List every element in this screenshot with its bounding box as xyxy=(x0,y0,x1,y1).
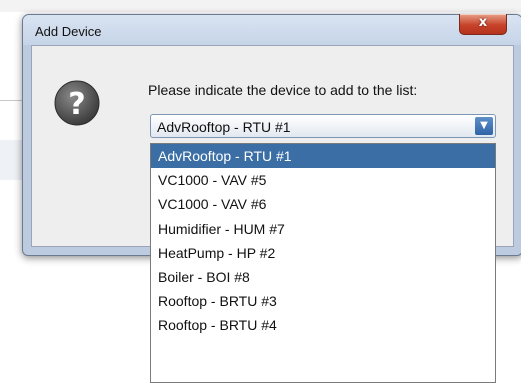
question-icon: ? xyxy=(54,80,100,126)
device-option[interactable]: Rooftop - BRTU #4 xyxy=(151,313,495,337)
device-select-value: AdvRooftop - RTU #1 xyxy=(157,119,291,135)
background-app-strip xyxy=(0,0,521,12)
dialog-title: Add Device xyxy=(35,24,102,39)
prompt-text: Please indicate the device to add to the… xyxy=(148,82,418,98)
device-option[interactable]: Boiler - BOI #8 xyxy=(151,265,495,289)
chevron-down-icon[interactable]: ▼ xyxy=(475,117,493,135)
svg-text:?: ? xyxy=(68,87,85,122)
device-option[interactable]: VC1000 - VAV #6 xyxy=(151,192,495,216)
device-option[interactable]: Rooftop - BRTU #3 xyxy=(151,289,495,313)
device-option[interactable]: VC1000 - VAV #5 xyxy=(151,168,495,192)
close-button[interactable]: x xyxy=(459,14,507,35)
device-select[interactable]: AdvRooftop - RTU #1 ▼ xyxy=(150,114,496,138)
dialog-titlebar[interactable]: Add Device x xyxy=(23,14,521,45)
device-dropdown-list: AdvRooftop - RTU #1 VC1000 - VAV #5 VC10… xyxy=(150,143,496,383)
device-option[interactable]: AdvRooftop - RTU #1 xyxy=(151,144,495,169)
close-icon: x xyxy=(478,15,488,30)
device-option[interactable]: HeatPump - HP #2 xyxy=(151,241,495,265)
device-option[interactable]: Humidifier - HUM #7 xyxy=(151,217,495,241)
